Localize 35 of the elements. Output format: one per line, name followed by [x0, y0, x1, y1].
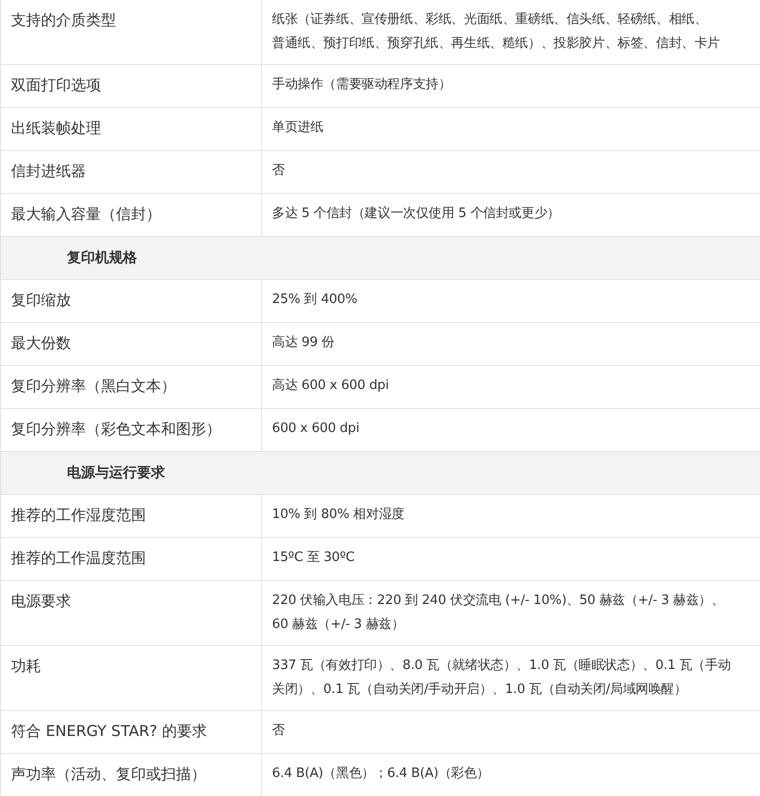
spec-value: 高达 99 份	[272, 334, 336, 352]
spec-label: 电源要求	[1, 581, 262, 645]
spec-value: 否	[272, 162, 286, 180]
spec-label: 复印分辨率（黑白文本）	[1, 366, 262, 408]
spec-value: 手动操作（需要驱动程序支持）	[272, 76, 452, 94]
spec-value: 单页进纸	[272, 119, 324, 137]
spec-value: 否	[272, 722, 286, 740]
spec-label: 复印分辨率（彩色文本和图形）	[1, 409, 262, 451]
spec-value: 纸张（证券纸、宣传册纸、彩纸、光面纸、重磅纸、信头纸、轻磅纸、相纸、	[272, 11, 708, 29]
spec-label: 出纸装帧处理	[1, 108, 262, 150]
spec-value: 10% 到 80% 相对湿度	[272, 506, 406, 524]
spec-label: 最大输入容量（信封）	[1, 194, 262, 236]
spec-label: 推荐的工作温度范围	[1, 538, 262, 580]
spec-label: 推荐的工作湿度范围	[1, 495, 262, 537]
spec-label: 功耗	[1, 646, 262, 710]
section-heading: 复印机规格	[1, 237, 760, 280]
spec-label: 信封进纸器	[1, 151, 262, 193]
spec-value: 多达 5 个信封（建议一次仅使用 5 个信封或更少）	[272, 205, 561, 223]
spec-label: 双面打印选项	[1, 65, 262, 107]
spec-value: 60 赫兹（+/- 3 赫兹）	[272, 616, 406, 634]
spec-value: 6.4 B(A)（黑色）；6.4 B(A)（彩色）	[272, 765, 491, 783]
spec-value: 关闭）、0.1 瓦（自动关闭/手动开启）、1.0 瓦（自动关闭/局域网唤醒）	[272, 681, 688, 699]
spec-value: 25% 到 400%	[272, 291, 358, 309]
spec-label: 声功率（活动、复印或扫描）	[1, 754, 262, 796]
spec-value: 普通纸、预打印纸、预穿孔纸、再生纸、糙纸）、投影胶片、标签、信封、卡片	[272, 34, 722, 53]
spec-label: 复印缩放	[1, 280, 262, 322]
spec-value: 337 瓦（有效打印）、8.0 瓦（就绪状态）、1.0 瓦（睡眠状态）、0.1 瓦（手动	[272, 657, 732, 675]
spec-value: 220 伏输入电压：220 到 240 伏交流电 (+/- 10%)、50 赫兹（+/- 3 赫兹）、	[272, 592, 726, 610]
spec-value: 600 x 600 dpi	[272, 420, 360, 438]
spec-label: 符合 ENERGY STAR? 的要求	[1, 711, 262, 753]
spec-label: 支持的介质类型	[1, 0, 262, 64]
spec-value: 高达 600 x 600 dpi	[272, 377, 390, 395]
section-heading: 电源与运行要求	[1, 452, 760, 495]
spec-label: 最大份数	[1, 323, 262, 365]
spec-value: 15ºC 至 30ºC	[272, 549, 356, 567]
